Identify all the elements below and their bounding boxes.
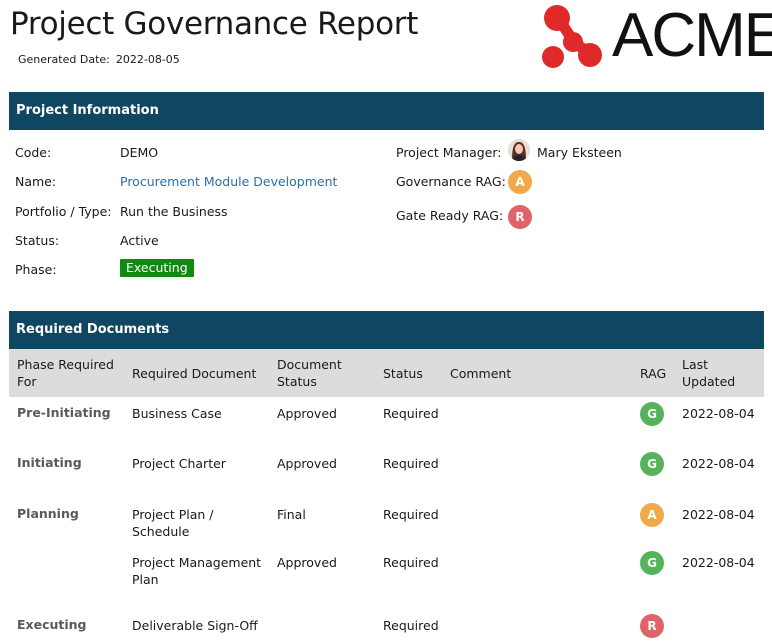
row-document-status: Approved — [277, 406, 337, 421]
col-phase-required-for: Phase Required For — [17, 357, 114, 389]
phase-label: Phase: — [15, 262, 57, 277]
row-phase: Initiating — [17, 455, 82, 470]
status-label: Status: — [15, 233, 60, 248]
col-rag: RAG — [640, 366, 667, 381]
row-last-updated: 2022-08-04 — [682, 406, 755, 421]
col-status: Status — [383, 366, 423, 381]
code-label: Code: — [15, 145, 52, 160]
project-manager-name: Mary Eksteen — [537, 145, 622, 160]
row-last-updated: 2022-08-04 — [682, 456, 755, 471]
row-last-updated: 2022-08-04 — [682, 555, 755, 570]
row-document: Deliverable Sign-Off — [132, 618, 258, 633]
project-manager-avatar — [508, 139, 530, 161]
row-phase: Planning — [17, 506, 79, 521]
status-value: Active — [120, 233, 159, 248]
portfolio-value: Run the Business — [120, 204, 228, 219]
row-phase: Pre-Initiating — [17, 405, 111, 420]
project-name-link[interactable]: Procurement Module Development — [120, 174, 337, 189]
row-document: Business Case — [132, 406, 222, 421]
col-document-status: Document Status — [277, 357, 342, 389]
governance-rag-badge: A — [508, 170, 532, 194]
row-rag-badge: A — [640, 503, 664, 527]
col-required-document: Required Document — [132, 366, 257, 381]
project-information-header: Project Information — [9, 92, 764, 130]
row-rag-badge: G — [640, 551, 664, 575]
portfolio-label: Portfolio / Type: — [15, 204, 112, 219]
row-status: Required — [383, 507, 439, 522]
generated-date-label: Generated Date: — [18, 53, 110, 66]
project-manager-label: Project Manager: — [396, 145, 502, 160]
row-document-status: Approved — [277, 456, 337, 471]
row-rag-badge: G — [640, 452, 664, 476]
col-last-updated: Last Updated — [682, 357, 736, 389]
required-documents-header: Required Documents — [9, 311, 764, 349]
gate-ready-rag-badge: R — [508, 205, 532, 229]
acme-logo: ACME — [540, 1, 772, 70]
row-document: Project Charter — [132, 456, 226, 471]
gate-ready-rag-label: Gate Ready RAG: — [396, 208, 504, 223]
row-status: Required — [383, 618, 439, 633]
avatar-icon — [508, 139, 530, 161]
row-document: Project Management Plan — [132, 555, 262, 587]
row-rag-badge: R — [640, 614, 664, 638]
acme-logo-icon — [542, 5, 602, 68]
acme-logo-text: ACME — [612, 1, 772, 70]
generated-date-value: 2022-08-05 — [115, 53, 180, 66]
name-label: Name: — [15, 174, 57, 189]
row-last-updated: 2022-08-04 — [682, 507, 755, 522]
row-rag-badge: G — [640, 402, 664, 426]
row-status: Required — [383, 456, 439, 471]
report-title: Project Governance Report — [10, 6, 419, 42]
row-document: Project Plan / Schedule — [132, 507, 214, 539]
phase-badge: Executing — [120, 259, 194, 277]
governance-rag-label: Governance RAG: — [396, 174, 506, 189]
generated-date: Generated Date: 2022-08-05 — [18, 53, 186, 66]
row-status: Required — [383, 406, 439, 421]
row-document-status: Approved — [277, 555, 337, 570]
col-comment: Comment — [450, 366, 512, 381]
row-status: Required — [383, 555, 439, 570]
code-value: DEMO — [120, 145, 159, 160]
row-phase: Executing — [17, 617, 87, 632]
row-document-status: Final — [277, 507, 306, 522]
